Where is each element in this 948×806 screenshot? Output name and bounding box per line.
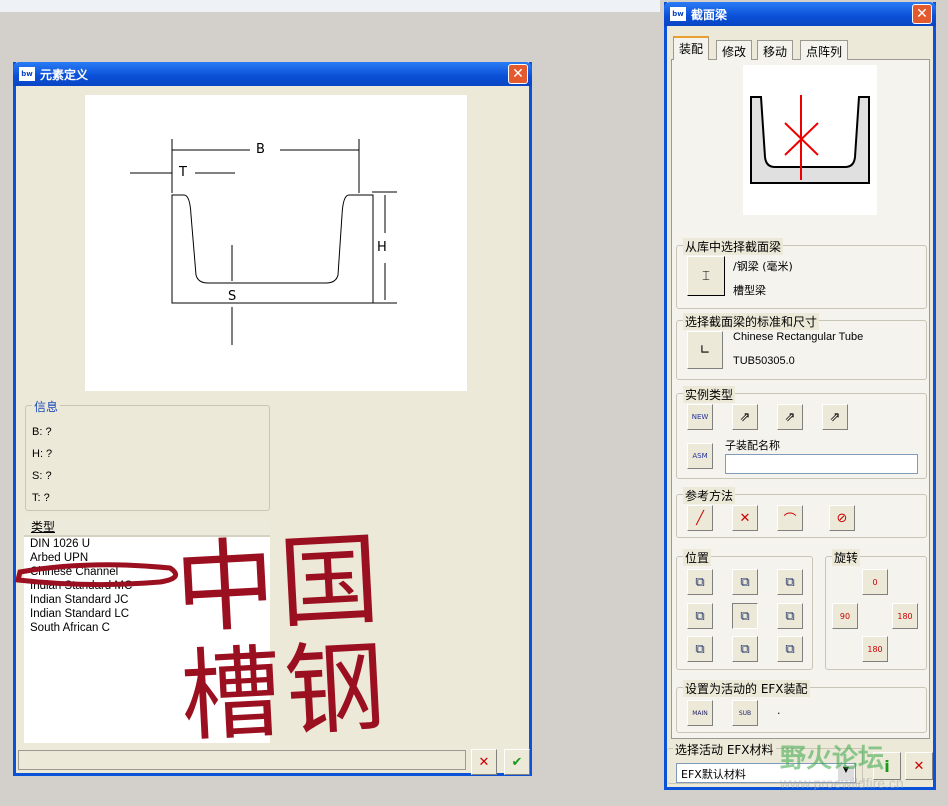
rotate-90-icon[interactable]: 90 (832, 603, 858, 629)
label-B: B (256, 142, 265, 157)
rotation-group: 旋转 0 90 180 180 (825, 549, 927, 670)
reference-group: 参考方法 ╱ ✕ ⌒ ⊘ (676, 487, 927, 538)
library-group: 从库中选择截面梁 ⌶ /钢梁 (毫米) 槽型梁 (676, 238, 927, 309)
set-sub-asm-icon[interactable]: SUB (732, 700, 758, 726)
position-top-center-icon[interactable]: ⧉ (732, 569, 758, 595)
info-b: B: ? (32, 426, 52, 438)
new-instance-icon[interactable]: NEW (687, 404, 713, 430)
cancel-button[interactable]: ✕ (471, 749, 497, 775)
position-bottom-right-icon[interactable]: ⧉ (777, 636, 803, 662)
reference-instance-icon[interactable]: ⇗ (822, 404, 848, 430)
standard-group: 选择截面梁的标准和尺寸 ∟ Chinese Rectangular Tube T… (676, 313, 927, 380)
standard-size: TUB50305.0 (733, 355, 795, 367)
reference-curve-icon[interactable]: ⌒ (777, 505, 803, 531)
annotation-circle (14, 562, 179, 588)
material-value: EFX默认材料 (681, 768, 746, 781)
instance-legend: 实例类型 (683, 386, 736, 403)
dialog-title: 元素定义 (40, 67, 89, 82)
library-type: 槽型梁 (733, 284, 766, 297)
status-bar (18, 750, 466, 770)
new-subassembly-icon[interactable]: ASM (687, 443, 713, 469)
info-group: 信息 B: ? H: ? S: ? T: ? (25, 398, 270, 511)
background-strip (0, 0, 660, 12)
position-top-left-icon[interactable]: ⧉ (687, 569, 713, 595)
standard-name: Chinese Rectangular Tube (733, 331, 864, 343)
subassembly-name-input[interactable] (725, 454, 918, 474)
dialog-title: 截面梁 (691, 7, 728, 22)
standard-legend: 选择截面梁的标准和尺寸 (683, 313, 820, 330)
rotate-270-icon[interactable]: 180 (862, 636, 888, 662)
position-top-right-icon[interactable]: ⧉ (777, 569, 803, 595)
tab-modify[interactable]: 修改 (716, 40, 753, 60)
label-S: S (228, 289, 237, 304)
info-h: H: ? (32, 448, 53, 460)
set-main-asm-icon[interactable]: MAIN (687, 700, 713, 726)
close-button[interactable]: ✕ (508, 64, 528, 84)
info-t: T: ? (32, 492, 50, 504)
section-preview (743, 65, 877, 215)
active-asm-value: . (777, 704, 781, 717)
rotate-0-icon[interactable]: 0 (862, 569, 888, 595)
label-T: T (179, 165, 187, 180)
title-bar[interactable]: bw 截面梁 ✕ (664, 2, 936, 26)
position-center-icon[interactable]: ⧉ (732, 603, 758, 629)
position-middle-left-icon[interactable]: ⧉ (687, 603, 713, 629)
close-dialog-button[interactable]: ✕ (905, 752, 933, 780)
info-legend: 信息 (32, 398, 61, 415)
copy-instance-icon[interactable]: ⇗ (732, 404, 758, 430)
rotate-180-icon[interactable]: 180 (892, 603, 918, 629)
position-group: 位置 ⧉ ⧉ ⧉ ⧉ ⧉ ⧉ ⧉ ⧉ ⧉ (676, 549, 813, 670)
title-bar[interactable]: bw 元素定义 ✕ (13, 62, 532, 86)
tab-assembly[interactable]: 装配 (673, 36, 710, 60)
profile-drawing: B T H S (85, 95, 467, 391)
tab-point-array[interactable]: 点阵列 (800, 40, 849, 60)
tab-move[interactable]: 移动 (757, 40, 794, 60)
library-path: /钢梁 (毫米) (733, 260, 793, 273)
position-middle-right-icon[interactable]: ⧉ (777, 603, 803, 629)
position-bottom-left-icon[interactable]: ⧉ (687, 636, 713, 662)
subassembly-label: 子装配名称 (725, 439, 780, 452)
rotation-legend: 旋转 (832, 549, 861, 566)
app-logo-icon: bw (670, 7, 686, 21)
standard-select-button[interactable]: ∟ (687, 331, 723, 369)
position-bottom-center-icon[interactable]: ⧉ (732, 636, 758, 662)
library-legend: 从库中选择截面梁 (683, 238, 784, 255)
section-beam-dialog: bw 截面梁 ✕ 装配 修改 移动 点阵列 从库中选择截面梁 ⌶ /钢梁 (毫米) … (664, 2, 936, 790)
watermark: 野火论坛 www.proewildfire.cn (780, 738, 904, 791)
material-legend: 选择活动 EFX材料 (673, 741, 776, 758)
instance-group: 实例类型 NEW ⇗ ⇗ ⇗ ASM 子装配名称 (676, 386, 927, 479)
reference-point-icon[interactable]: ✕ (732, 505, 758, 531)
close-button[interactable]: ✕ (912, 4, 932, 24)
library-select-button[interactable]: ⌶ (687, 256, 725, 296)
info-s: S: ? (32, 470, 52, 482)
ok-button[interactable]: ✔ (504, 749, 530, 775)
position-legend: 位置 (683, 549, 712, 566)
active-asm-group: 设置为活动的 EFX装配 MAIN SUB . (676, 680, 927, 733)
watermark-text: 野火论坛 (780, 744, 885, 774)
active-asm-legend: 设置为活动的 EFX装配 (683, 680, 810, 697)
app-logo-icon: bw (19, 67, 35, 81)
label-H: H (377, 240, 387, 255)
mirror-instance-icon[interactable]: ⇗ (777, 404, 803, 430)
reference-legend: 参考方法 (683, 487, 736, 504)
reference-line-icon[interactable]: ╱ (687, 505, 713, 531)
handwritten-annotation: 中国槽钢 (172, 520, 392, 756)
reference-delete-icon[interactable]: ⊘ (829, 505, 855, 531)
watermark-url: www.proewildfire.cn (780, 775, 904, 791)
